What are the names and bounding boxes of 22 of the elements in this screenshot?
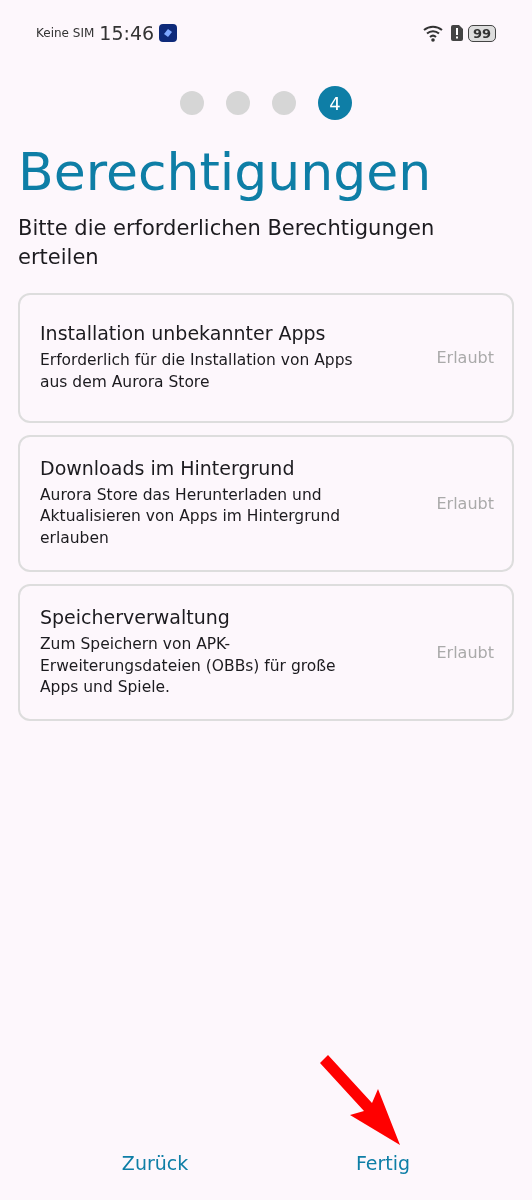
permission-title: Speicherverwaltung bbox=[40, 605, 231, 628]
page-subtitle: Bitte die erforderlichen Berechtigungen erteilen bbox=[18, 215, 436, 272]
done-button[interactable]: Fertig bbox=[337, 1140, 429, 1186]
permission-card[interactable]: Speicherverwaltung Zum Speichern von APK-Erweiterungsdateien (OBBs) für große Apps und Spiele. Erlaubt bbox=[18, 583, 514, 721]
permission-status: Erlaubt bbox=[436, 493, 494, 513]
clock-time: 15:46 bbox=[99, 22, 155, 44]
permission-description: Erforderlich für die Installation von Apps aus dem Aurora Store bbox=[40, 350, 354, 393]
permission-status: Erlaubt bbox=[436, 348, 494, 368]
battery-level: 99 bbox=[467, 24, 496, 42]
carrier-text: Keine SIM bbox=[36, 26, 95, 40]
permission-title: Installation unbekannter Apps bbox=[40, 322, 327, 345]
permission-description: Zum Speichern von APK-Erweiterungsdateien (OBBs) für große Apps und Spiele. bbox=[40, 633, 337, 699]
permission-card[interactable]: Downloads im Hintergrund Aurora Store das Herunterladen und Aktualisieren von Apps im Hintergrund erlauben Erlaubt bbox=[18, 434, 514, 572]
permission-title: Downloads im Hintergrund bbox=[40, 456, 296, 479]
sim-alert-icon bbox=[450, 25, 463, 41]
app-icon bbox=[159, 24, 178, 42]
step-indicator: 4 bbox=[318, 86, 352, 120]
page-title: Berechtigungen bbox=[18, 142, 433, 202]
permission-card[interactable]: Installation unbekannter Apps Erforderlich für die Installation von Apps aus dem Aurora Store Erlaubt bbox=[18, 292, 514, 423]
permission-status: Erlaubt bbox=[436, 642, 494, 662]
back-button[interactable]: Zurück bbox=[103, 1140, 207, 1186]
permission-description: Aurora Store das Herunterladen und Aktualisieren von Apps im Hintergrund erlauben bbox=[40, 484, 342, 550]
